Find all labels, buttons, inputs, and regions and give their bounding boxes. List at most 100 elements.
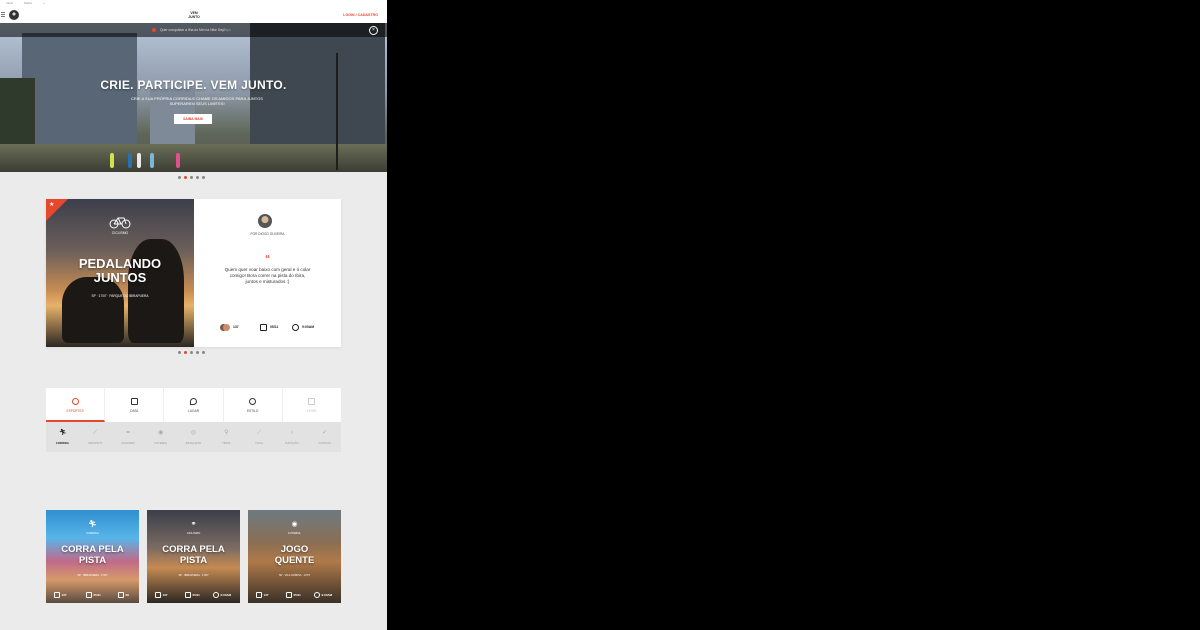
site-logo[interactable]: VEM JUNTO [180, 11, 208, 19]
location-pin-icon [190, 398, 197, 405]
sport-basquete[interactable]: ◎ BASQUETE [177, 422, 210, 452]
event-quote: Quem quer voar baixo com geral e ó colar… [224, 267, 311, 284]
event-title-line: CORRA PELA [61, 544, 124, 555]
event-card[interactable]: ⚭ CICLISMO CORRA PELA PISTA SP · IBIRAPUE… [147, 510, 240, 603]
event-card[interactable]: ◉ FUTEBOL JOGO QUENTE SP · VILA OLÍMPIA ·… [248, 510, 341, 603]
calendar-icon [286, 592, 292, 598]
logo-line: JUNTO [188, 15, 200, 19]
featured-carousel-dots [178, 351, 205, 354]
runner-icon: 🏃︎ [88, 521, 97, 528]
time-stat: 9:00AM [292, 319, 314, 335]
carousel-dot[interactable] [178, 176, 181, 179]
sport-tenis[interactable]: ⚲ TÊNIS [210, 422, 243, 452]
login-link[interactable]: LOGIN / CADASTRO [343, 13, 378, 17]
event-title-line: QUENTE [274, 555, 315, 566]
carousel-dot[interactable] [196, 351, 199, 354]
avatars-icon [155, 592, 161, 598]
event-extra: 08 [125, 593, 129, 597]
carousel-dot[interactable] [202, 351, 205, 354]
tab-label: ESPORTES [66, 409, 84, 413]
tab-lugar[interactable]: LUGAR [164, 388, 224, 422]
browser-tab[interactable]: Sobre [24, 1, 32, 5]
carousel-dot[interactable] [202, 176, 205, 179]
sport-options: 🏃︎ CORRIDA ⟋ CROSSFIT ⚭ CICLISMO ◉ FUTEBOL ◎… [46, 422, 341, 452]
participants-stat: 137 [155, 592, 168, 598]
event-card[interactable]: 🏃︎ CORRIDA CORRA PELA PISTA SP · IBIRAPUE… [46, 510, 139, 603]
event-meta: SP · IBIRAPUERA · 17/07 [77, 574, 108, 577]
tab-label: DATA [130, 409, 139, 413]
notice-text: Quer conquistar a Ilha do Mel na Nike Da… [160, 28, 226, 32]
sport-crossfit[interactable]: ⟋ CROSSFIT [79, 422, 112, 452]
participants-stat: 137 [220, 319, 239, 335]
participants-stat: 137 [54, 592, 67, 598]
page-canvas: Início Sobre + VEM JUNTO LOGIN / CADASTR… [0, 0, 387, 630]
event-title: CORRA PELA PISTA [147, 544, 240, 566]
calendar-icon [86, 592, 92, 598]
carousel-dot[interactable] [178, 351, 181, 354]
hero-carousel-dots [178, 176, 205, 179]
runner-figure [137, 153, 141, 168]
flag-icon [308, 398, 316, 405]
author-name[interactable]: POR DIOGO OLIVEIRA [194, 232, 341, 236]
bike-icon: ⚭ [125, 430, 131, 436]
event-time: 9:00AM [220, 593, 232, 597]
tab-estilo[interactable]: ESTILO [224, 388, 283, 422]
browser-tab[interactable]: Início [6, 1, 13, 5]
tab-label: LUGAR [188, 409, 199, 413]
star-icon: ★ [49, 202, 55, 208]
sport-yoga[interactable]: ⟋ YOGA [243, 422, 276, 452]
cyclist-silhouette [128, 239, 184, 343]
carousel-dot[interactable] [196, 176, 199, 179]
sport-futebol[interactable]: ◉ FUTEBOL [144, 422, 177, 452]
swoosh-icon: ✓ [322, 430, 328, 436]
tab-esportes[interactable]: ESPORTES [46, 388, 106, 422]
date-stat: 05/11 [286, 592, 301, 598]
time-stat: 9:00AM [314, 592, 332, 598]
event-title: PEDALANDO JUNTOS [46, 257, 194, 285]
participants-count: 137 [263, 593, 269, 597]
sport-ciclismo[interactable]: ⚭ CICLISMO [112, 422, 145, 452]
runner-figure [128, 153, 132, 168]
tab-data[interactable]: DATA [105, 388, 165, 422]
bike-icon: ⚭ [190, 521, 197, 528]
event-meta: SP · IBIRAPUERA · 17/07 [178, 574, 209, 577]
new-tab-button[interactable]: + [43, 1, 45, 5]
avatars-icon [256, 592, 262, 598]
tab-label: ESTILO [247, 409, 259, 413]
sport-natacao[interactable]: ♁ NATAÇÃO [275, 422, 308, 452]
tab-level[interactable]: LEVEL [283, 388, 341, 422]
calendar-icon [185, 592, 191, 598]
event-title-line: PEDALANDO [78, 256, 162, 271]
dumbbell-icon: ⟋ [93, 430, 98, 436]
event-date: 05/11 [93, 593, 101, 597]
carousel-dot[interactable] [184, 176, 187, 179]
notice-link[interactable]: Participe [218, 28, 231, 32]
event-stats: 137 05/11 08 [46, 592, 139, 600]
saiba-mais-button[interactable]: SAIBA MAIS [174, 114, 212, 124]
menu-icon[interactable] [1, 12, 5, 17]
carousel-dot[interactable] [190, 351, 193, 354]
sport-label: BASQUETE [185, 441, 202, 445]
runner-icon: 🏃︎ [58, 430, 67, 436]
featured-event-card[interactable]: ★ CICLISMO PEDALANDO JUNTOS SP · 17/07 ·… [46, 199, 341, 347]
runner-figure [150, 153, 154, 168]
user-avatar[interactable] [9, 10, 19, 20]
author-avatar[interactable] [258, 214, 272, 228]
tab-label: LEVEL [306, 409, 317, 413]
clock-icon [213, 592, 219, 598]
participants-stat: 137 [256, 592, 269, 598]
notice-bar: Quer conquistar a Ilha do Mel na Nike Da… [0, 23, 387, 37]
sport-corrida[interactable]: 🏃︎ CORRIDA [46, 422, 79, 452]
event-title-line: PISTA [179, 555, 208, 566]
close-icon[interactable]: × [369, 26, 378, 35]
cyclist-silhouette [62, 277, 124, 343]
event-meta: SP · VILA OLÍMPIA · 17/07 [278, 574, 311, 577]
carousel-dot[interactable] [190, 176, 193, 179]
carousel-dot[interactable] [184, 351, 187, 354]
sport-label: CORRIDA [55, 441, 69, 445]
avatars-icon [54, 592, 60, 598]
clock-icon [314, 592, 320, 598]
event-stats: 137 05/11 9:00AM [194, 319, 341, 335]
sport-outros[interactable]: ✓ OUTROS [308, 422, 341, 452]
hero-banner: Quer conquistar a Ilha do Mel na Nike Da… [0, 23, 387, 172]
